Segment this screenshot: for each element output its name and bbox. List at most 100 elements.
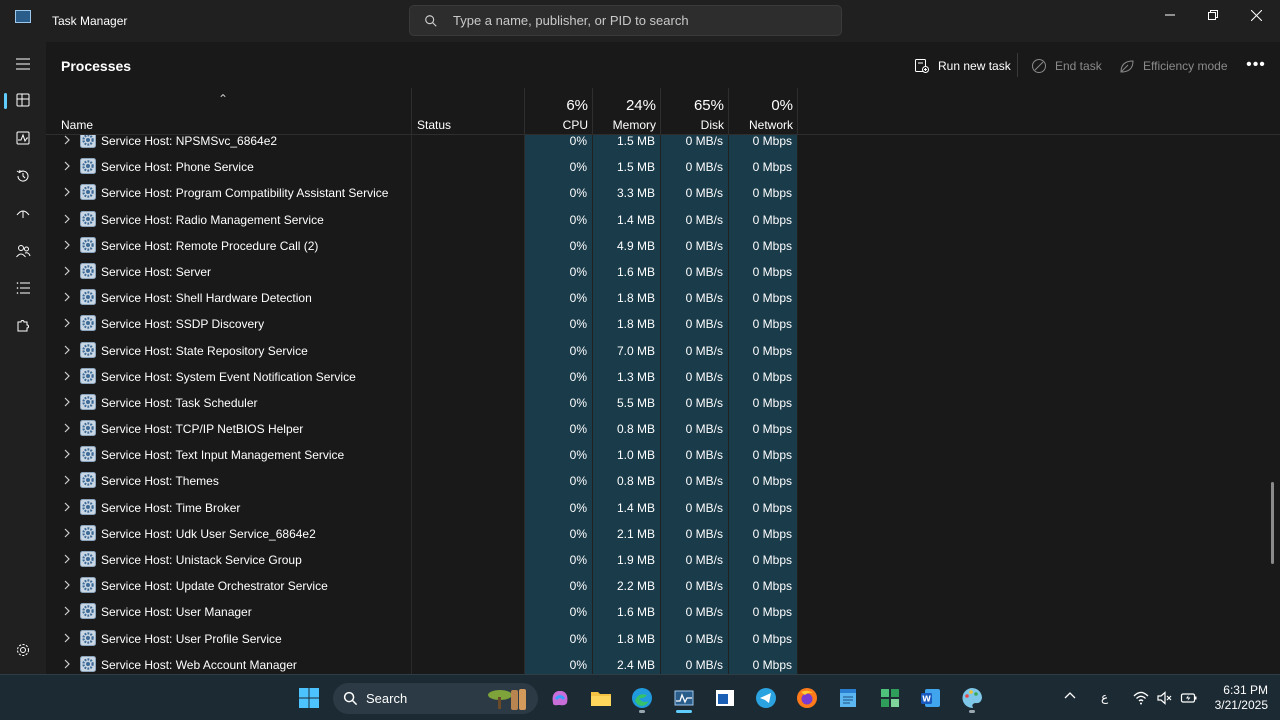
expand-chevron-icon[interactable] bbox=[62, 239, 72, 251]
expand-chevron-icon[interactable] bbox=[62, 317, 72, 329]
taskbar-excel-like-app[interactable] bbox=[873, 682, 907, 714]
taskbar-store-app[interactable] bbox=[708, 682, 742, 714]
close-button[interactable] bbox=[1234, 0, 1278, 30]
expand-chevron-icon[interactable] bbox=[62, 396, 72, 408]
input-language-indicator[interactable]: ع bbox=[1101, 690, 1108, 704]
search-icon bbox=[425, 15, 437, 27]
more-options-button[interactable]: ••• bbox=[1244, 54, 1268, 76]
process-row[interactable]: Service Host: Server 0% 1.6 MB 0 MB/s 0 Mbps bbox=[46, 257, 1280, 285]
process-row[interactable]: Service Host: Radio Management Service 0%… bbox=[46, 205, 1280, 232]
taskbar-file-explorer[interactable] bbox=[584, 682, 618, 714]
taskbar-word[interactable]: W bbox=[914, 682, 948, 714]
taskbar-search-box[interactable]: Search bbox=[333, 683, 538, 714]
expand-chevron-icon[interactable] bbox=[62, 422, 72, 434]
process-row[interactable]: Service Host: Update Orchestrator Servic… bbox=[46, 572, 1280, 599]
expand-chevron-icon[interactable] bbox=[62, 135, 72, 146]
disk-label: Disk bbox=[700, 118, 724, 132]
efficiency-mode-button[interactable]: Efficiency mode bbox=[1119, 55, 1228, 77]
expand-chevron-icon[interactable] bbox=[62, 658, 72, 670]
process-row[interactable]: Service Host: User Profile Service 0% 1.8 … bbox=[46, 624, 1280, 651]
taskbar-copilot[interactable] bbox=[543, 682, 577, 714]
taskbar-firefox[interactable] bbox=[790, 682, 824, 714]
nav-processes[interactable] bbox=[4, 84, 42, 116]
expand-chevron-icon[interactable] bbox=[62, 579, 72, 591]
taskbar-edge[interactable] bbox=[625, 682, 659, 714]
process-row[interactable]: Service Host: System Event Notification … bbox=[46, 362, 1280, 389]
expand-chevron-icon[interactable] bbox=[62, 265, 72, 277]
process-row[interactable]: Service Host: Unistack Service Group 0% 1.… bbox=[46, 546, 1280, 573]
nav-details[interactable] bbox=[4, 272, 42, 304]
system-tray[interactable] bbox=[1132, 689, 1198, 707]
process-row[interactable]: Service Host: Udk User Service_6864e2 0% 2… bbox=[46, 519, 1280, 546]
process-row[interactable]: Service Host: Themes 0% 0.8 MB 0 MB/s 0 Mbps bbox=[46, 467, 1280, 494]
column-network[interactable]: 0% Network bbox=[729, 88, 798, 135]
process-name: Service Host: SSDP Discovery bbox=[101, 317, 265, 332]
expand-chevron-icon[interactable] bbox=[62, 344, 72, 356]
nav-users[interactable] bbox=[4, 235, 42, 267]
process-memory: 2.4 MB bbox=[593, 650, 661, 674]
search-box[interactable] bbox=[409, 5, 842, 36]
column-disk[interactable]: 65% Disk bbox=[661, 88, 729, 135]
search-input[interactable] bbox=[453, 6, 833, 35]
process-row[interactable]: Service Host: Web Account Manager 0% 2.4 M… bbox=[46, 650, 1280, 674]
expand-chevron-icon[interactable] bbox=[62, 186, 72, 198]
minimize-button[interactable] bbox=[1148, 0, 1192, 30]
end-task-button[interactable]: End task bbox=[1031, 55, 1102, 77]
taskbar-telegram[interactable] bbox=[749, 682, 783, 714]
service-host-gear-icon bbox=[80, 236, 96, 253]
settings-button[interactable] bbox=[4, 634, 42, 666]
start-button[interactable] bbox=[292, 682, 326, 714]
process-disk: 0 MB/s bbox=[661, 310, 729, 337]
column-memory[interactable]: 24% Memory bbox=[593, 88, 661, 135]
expand-chevron-icon[interactable] bbox=[62, 160, 72, 172]
process-memory: 4.9 MB bbox=[593, 231, 661, 258]
run-new-task-label: Run new task bbox=[938, 59, 1011, 73]
hamburger-menu-button[interactable] bbox=[4, 48, 42, 80]
process-disk: 0 MB/s bbox=[661, 598, 729, 625]
nav-performance[interactable] bbox=[4, 122, 42, 154]
process-row[interactable]: Service Host: Phone Service 0% 1.5 MB 0 MB/… bbox=[46, 153, 1280, 180]
task-manager-icon bbox=[674, 690, 694, 706]
expand-chevron-icon[interactable] bbox=[62, 474, 72, 486]
nav-services[interactable] bbox=[4, 310, 42, 342]
process-row[interactable]: Service Host: SSDP Discovery 0% 1.8 MB 0 MB… bbox=[46, 310, 1280, 337]
restore-button[interactable] bbox=[1191, 0, 1235, 30]
service-host-gear-icon bbox=[80, 158, 96, 175]
process-row[interactable]: Service Host: State Repository Service 0%… bbox=[46, 336, 1280, 363]
nav-startup-apps[interactable] bbox=[4, 197, 42, 229]
process-row[interactable]: Service Host: NPSMSvc_6864e2 0% 1.5 MB 0 MB… bbox=[46, 135, 1280, 154]
process-row[interactable]: Service Host: Program Compatibility Assi… bbox=[46, 179, 1280, 206]
expand-chevron-icon[interactable] bbox=[62, 213, 72, 225]
expand-chevron-icon[interactable] bbox=[62, 553, 72, 565]
expand-chevron-icon[interactable] bbox=[62, 448, 72, 460]
process-row[interactable]: Service Host: Shell Hardware Detection 0%… bbox=[46, 284, 1280, 311]
taskbar-paint[interactable] bbox=[955, 682, 989, 714]
expand-chevron-icon[interactable] bbox=[62, 632, 72, 644]
nav-app-history[interactable] bbox=[4, 160, 42, 192]
service-host-gear-icon bbox=[80, 524, 96, 541]
process-network: 0 Mbps bbox=[729, 257, 798, 285]
expand-chevron-icon[interactable] bbox=[62, 370, 72, 382]
copilot-icon bbox=[552, 691, 568, 706]
expand-chevron-icon[interactable] bbox=[62, 501, 72, 513]
column-cpu[interactable]: 6% CPU bbox=[525, 88, 593, 135]
process-row[interactable]: Service Host: Task Scheduler 0% 5.5 MB 0 MB… bbox=[46, 388, 1280, 416]
taskbar-notepad[interactable] bbox=[831, 682, 865, 714]
process-row[interactable]: Service Host: User Manager 0% 1.6 MB 0 MB/s… bbox=[46, 598, 1280, 625]
show-hidden-icons-chevron-icon[interactable] bbox=[1063, 689, 1077, 703]
process-disk: 0 MB/s bbox=[661, 362, 729, 389]
expand-chevron-icon[interactable] bbox=[62, 291, 72, 303]
run-new-task-button[interactable]: Run new task bbox=[914, 55, 1011, 77]
expand-chevron-icon[interactable] bbox=[62, 527, 72, 539]
expand-chevron-icon[interactable] bbox=[62, 605, 72, 617]
process-name: Service Host: Update Orchestrator Servic… bbox=[101, 579, 328, 594]
process-row[interactable]: Service Host: Text Input Management Serv… bbox=[46, 441, 1280, 468]
vertical-scrollbar[interactable] bbox=[1271, 482, 1274, 564]
process-row[interactable]: Service Host: TCP/IP NetBIOS Helper 0% 0.8… bbox=[46, 415, 1280, 442]
network-label: Network bbox=[748, 118, 793, 132]
green-grid-app-icon bbox=[881, 689, 899, 707]
process-row[interactable]: Service Host: Remote Procedure Call (2) 0… bbox=[46, 231, 1280, 258]
taskbar-task-manager[interactable] bbox=[667, 682, 701, 714]
clock[interactable]: 6:31 PM 3/21/2025 bbox=[1200, 683, 1268, 713]
process-row[interactable]: Service Host: Time Broker 0% 1.4 MB 0 MB/s 0… bbox=[46, 493, 1280, 520]
